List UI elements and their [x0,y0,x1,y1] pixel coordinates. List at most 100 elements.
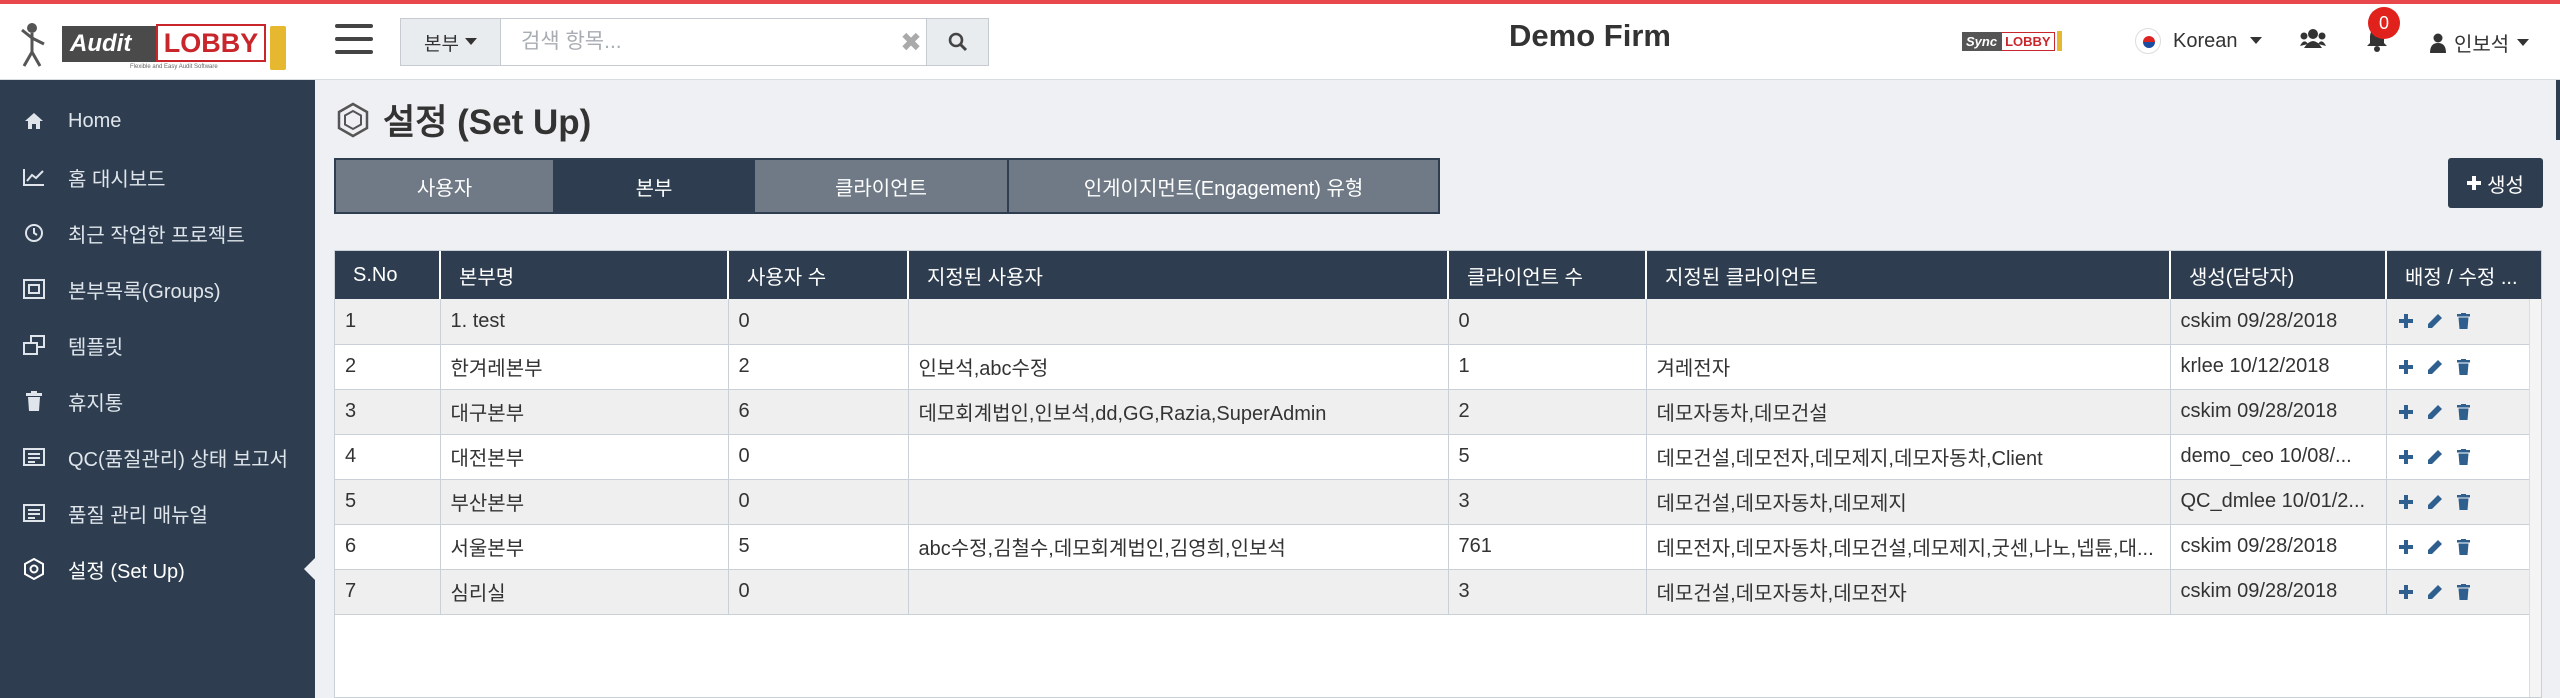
groups-table: S.No 본부명 사용자 수 지정된 사용자 클라이언트 수 지정된 클라이언트… [334,250,2542,698]
table-row[interactable]: 6 서울본부 5 abc수정,김철수,데모회계법인,김영희,인보석 761 데모전자,데모… [335,524,2541,570]
table-cell: 0 [728,299,909,345]
table-cell: 0 [728,479,909,525]
table-cell: 5 [335,479,441,525]
table-row[interactable]: 1 1. test 0 0 cskim 09/28/2018 [335,299,2541,345]
delete-trash-icon[interactable] [2456,403,2470,420]
table-cell: krlee 10/12/2018 [2170,344,2387,390]
table-cell: 데모건설,데모자동차,데모제지 [1646,479,2171,525]
table-cell: 6 [335,524,441,570]
edit-pencil-icon[interactable] [2427,449,2443,465]
sidebar-item-qc-report[interactable]: QC(품질관리) 상태 보고서 [0,429,315,485]
clear-search-icon[interactable]: ✖ [896,19,926,65]
tab-groups[interactable]: 본부 [555,160,755,212]
sidebar-item-label: 본부목록(Groups) [68,280,221,303]
assign-plus-icon[interactable] [2398,359,2413,374]
page-scrollbar-thumb[interactable] [2556,80,2560,140]
row-actions [2386,299,2541,345]
table-row[interactable]: 2 한겨레본부 2 인보석,abc수정 1 겨레전자 krlee 10/12/2018 [335,344,2541,390]
sidebar-item-setup[interactable]: 설정 (Set Up) [0,541,316,597]
sidebar-item-trash[interactable]: 휴지통 [0,373,315,429]
column-header[interactable]: 배정 / 수정 ... [2386,251,2541,299]
table-cell: QC_dmlee 10/01/2... [2170,479,2387,525]
assign-plus-icon[interactable] [2398,404,2413,419]
table-cell: 서울본부 [440,524,729,570]
column-header[interactable]: 사용자 수 [728,251,909,299]
assign-plus-icon[interactable] [2398,449,2413,464]
sidebar-item-templates[interactable]: 템플릿 [0,317,315,373]
sidebar-item-dashboard[interactable]: 홈 대시보드 [0,149,315,205]
sidebar-item-groups[interactable]: 본부목록(Groups) [0,261,315,317]
search-icon [948,32,967,52]
assign-plus-icon[interactable] [2398,494,2413,509]
search-input[interactable] [501,19,896,65]
auditlobby-logo[interactable]: Audit LOBBY Flexible and Easy Audit Soft… [20,16,286,74]
tab-clients[interactable]: 클라이언트 [755,160,1009,212]
column-header[interactable]: 지정된 사용자 [908,251,1449,299]
create-button[interactable]: 생성 [2448,158,2543,208]
table-cell: 한겨레본부 [440,344,729,390]
setup-icon [337,102,369,137]
setup-tabs: 사용자 본부 클라이언트 인게이지먼트(Engagement) 유형 [334,158,1440,214]
language-selector[interactable]: Korean [2135,28,2262,54]
users-icon[interactable] [2300,28,2326,55]
column-header[interactable]: 생성(담당자) [2170,251,2387,299]
table-row[interactable]: 3 대구본부 6 데모회계법인,인보석,dd,GG,Razia,SuperAdmin 2… [335,389,2541,435]
delete-trash-icon[interactable] [2456,448,2470,465]
sidebar-item-recent-projects[interactable]: 최근 작업한 프로젝트 [0,205,315,261]
delete-trash-icon[interactable] [2456,358,2470,375]
column-header[interactable]: 지정된 클라이언트 [1646,251,2171,299]
assign-plus-icon[interactable] [2398,539,2413,554]
search-scope-dropdown[interactable]: 본부 [401,19,501,65]
plus-icon [2467,176,2482,190]
search-button[interactable] [926,19,988,65]
synclobby-logo[interactable]: Sync LOBBY [1962,30,2062,52]
tab-users[interactable]: 사용자 [336,160,555,212]
delete-trash-icon[interactable] [2456,313,2470,330]
assign-plus-icon[interactable] [2398,314,2413,329]
report-icon [22,445,46,469]
column-header[interactable]: 본부명 [440,251,729,299]
table-row[interactable]: 5 부산본부 0 3 데모건설,데모자동차,데모제지 QC_dmlee 10/01/2..… [335,479,2541,525]
chart-line-icon [22,165,46,189]
table-cell: 2 [1448,389,1647,435]
column-header[interactable]: S.No [335,251,441,299]
row-actions [2386,344,2541,390]
table-cell: 데모전자,데모자동차,데모건설,데모제지,굿센,나노,넵튠,대... [1646,524,2171,570]
menu-toggle-icon[interactable] [335,24,373,54]
table-row[interactable]: 4 대전본부 0 5 데모건설,데모전자,데모제지,데모자동차,Client demo_c… [335,434,2541,480]
korea-flag-icon [2135,28,2161,54]
sidebar-item-home[interactable]: Home [0,93,315,149]
table-cell: cskim 09/28/2018 [2170,569,2387,615]
table-cell: 3 [1448,479,1647,525]
table-cell [908,434,1449,480]
edit-pencil-icon[interactable] [2427,539,2443,555]
table-row[interactable]: 7 심리실 0 3 데모건설,데모자동차,데모전자 cskim 09/28/2018 [335,569,2541,615]
user-menu[interactable]: 인보석 [2430,28,2530,57]
user-icon [2430,33,2446,53]
caret-down-icon [464,38,477,45]
sidebar-item-qc-manual[interactable]: 품질 관리 매뉴얼 [0,485,315,541]
table-cell: 심리실 [440,569,729,615]
table-cell: 7 [335,569,441,615]
tab-engagement-types[interactable]: 인게이지먼트(Engagement) 유형 [1009,160,1438,212]
sidebar-item-label: 휴지통 [68,392,124,415]
edit-pencil-icon[interactable] [2427,359,2443,375]
row-actions [2386,434,2541,480]
notification-count-badge: 0 [2368,7,2400,39]
delete-trash-icon[interactable] [2456,538,2470,555]
delete-trash-icon[interactable] [2456,583,2470,600]
assign-plus-icon[interactable] [2398,584,2413,599]
column-header[interactable]: 클라이언트 수 [1448,251,1647,299]
delete-trash-icon[interactable] [2456,493,2470,510]
groups-icon [22,277,46,301]
edit-pencil-icon[interactable] [2427,494,2443,510]
edit-pencil-icon[interactable] [2427,584,2443,600]
top-bar: Audit LOBBY Flexible and Easy Audit Soft… [0,0,2560,80]
edit-pencil-icon[interactable] [2427,313,2443,329]
table-scrollbar[interactable] [2529,299,2541,697]
table-cell: 부산본부 [440,479,729,525]
template-icon [22,333,46,357]
folder-icon [270,26,286,70]
page-title-text: 설정 (Set Up) [383,103,592,142]
edit-pencil-icon[interactable] [2427,404,2443,420]
